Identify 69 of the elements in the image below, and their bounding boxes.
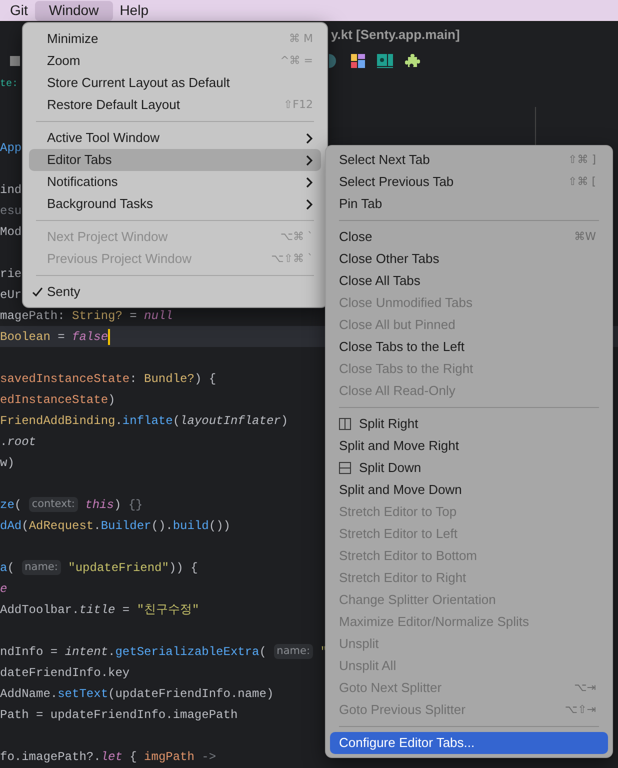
code-line: rie [0, 266, 22, 282]
code-line: eUr [0, 286, 22, 304]
shortcut-label: ⇧⌘ ] [568, 152, 596, 168]
split-horizontal-icon [339, 462, 351, 474]
shortcut-label: ^⌘ = [280, 52, 313, 69]
code-line: App [0, 140, 22, 156]
menu-item[interactable]: Zoom ^⌘ = [29, 50, 321, 72]
code-line: AddName.setText(updateFriendInfo.name) [0, 686, 274, 702]
code-line: e [0, 580, 8, 598]
menu-item[interactable]: Notifications [29, 171, 321, 193]
menu-item[interactable]: Select Previous Tab ⇧⌘ [ [330, 171, 608, 193]
code-line: AddToolbar.title = "친구수정" [0, 602, 200, 618]
code-line: ind [0, 182, 22, 198]
device-icon [377, 54, 393, 68]
code-line: edInstanceState) [0, 392, 116, 408]
menu-item[interactable]: Close ⌘W [330, 226, 608, 248]
code-line: te: [0, 78, 18, 92]
code-line: Boolean = false [0, 328, 110, 346]
shortcut-label: ⌘W [574, 228, 596, 245]
menu-item[interactable]: Configure Editor Tabs... [330, 732, 608, 754]
menu-item[interactable]: Senty [29, 281, 321, 303]
menu-item[interactable]: Active Tool Window [29, 127, 321, 149]
code-line: Path = updateFriendInfo.imagePath [0, 706, 238, 724]
code-line: dateFriendInfo.key [0, 664, 130, 682]
menu-item[interactable]: Background Tasks [29, 193, 321, 215]
menu-bar-item[interactable]: Git [3, 0, 35, 20]
menu-bar-item[interactable]: Window [34, 0, 113, 20]
code-line: fo.imagePath?.let { imgPath -> [0, 748, 216, 766]
shortcut-label: ⇧⌘ [ [568, 174, 596, 190]
menu-item[interactable]: Split Down [330, 457, 608, 479]
code-line: magePath: String? = null [0, 308, 173, 324]
menu-item[interactable]: Close Other Tabs [330, 248, 608, 270]
shortcut-label: ⌥⇧⇥ [564, 702, 596, 718]
menu-item[interactable]: Close Tabs to the Left [330, 336, 608, 358]
window-title: y.kt [Senty.app.main] [331, 26, 460, 44]
chevron-right-icon [306, 132, 313, 144]
code-line: FriendAddBinding.inflate(layoutInflater) [0, 412, 288, 430]
menu-item[interactable]: Restore Default Layout ⇧F12 [29, 94, 321, 116]
square-icon [10, 56, 20, 66]
chevron-right-icon [306, 198, 313, 210]
menu-item[interactable]: Pin Tab [330, 193, 608, 215]
menu-item[interactable]: Select Next Tab ⇧⌘ ] [330, 149, 608, 171]
code-line: Mod [0, 224, 22, 240]
code-line: w) [0, 454, 14, 472]
menu-bar-item[interactable]: Help [112, 0, 156, 20]
shortcut-label: ⇧F12 [283, 96, 313, 113]
split-vertical-icon [339, 418, 351, 430]
menu-item[interactable]: Close All Tabs [330, 270, 608, 292]
code-line: savedInstanceState: Bundle?) { [0, 370, 216, 388]
code-line: ze( context: this) {} [0, 496, 143, 514]
shortcut-label: ⌘ M [289, 30, 313, 47]
menu-item[interactable]: Editor Tabs [29, 149, 321, 171]
menu-item[interactable]: Split and Move Right [330, 435, 608, 457]
puzzle-icon [405, 54, 420, 68]
menu-item[interactable]: Minimize ⌘ M [29, 28, 321, 50]
layout-icon [351, 54, 365, 68]
code-line: dAd(AdRequest.Builder().build()) [0, 518, 230, 534]
code-line: .root [0, 434, 36, 450]
checkmark-icon [32, 287, 43, 297]
chevron-right-icon [306, 176, 313, 188]
menu-item[interactable]: Store Current Layout as Default [29, 72, 321, 94]
shortcut-label: ⌥⇧⌘ ` [271, 250, 313, 267]
shortcut-label: ⌥⇥ [574, 680, 596, 696]
menu-item[interactable]: Split Right [330, 413, 608, 435]
menu-item[interactable]: Split and Move Down [330, 479, 608, 501]
code-line: esu [0, 202, 22, 220]
chevron-right-icon [306, 154, 313, 166]
code-line: a( name: "updateFriend")) { [0, 558, 198, 576]
shortcut-label: ⌥⌘ ` [280, 228, 313, 245]
